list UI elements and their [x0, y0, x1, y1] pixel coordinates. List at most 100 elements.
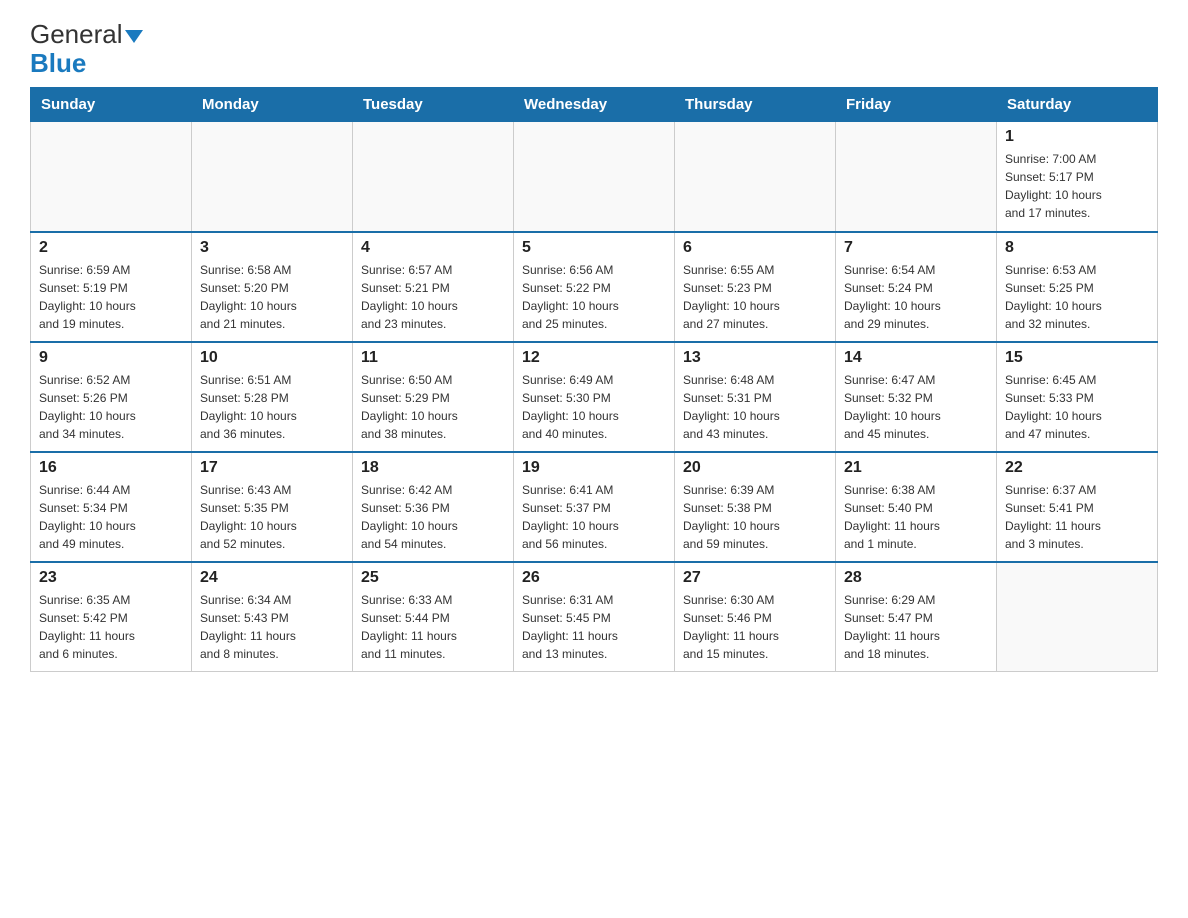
- calendar-cell: 6Sunrise: 6:55 AMSunset: 5:23 PMDaylight…: [675, 232, 836, 342]
- day-number: 7: [844, 239, 988, 257]
- calendar-cell: 1 Sunrise: 7:00 AMSunset: 5:17 PMDaylight…: [997, 122, 1158, 232]
- calendar-cell: 11 Sunrise: 6:50 AMSunset: 5:29 PMDayligh…: [353, 342, 514, 452]
- day-info: Sunrise: 6:49 AMSunset: 5:30 PMDaylight:…: [522, 371, 666, 443]
- weekday-header-friday: Friday: [836, 88, 997, 122]
- calendar-cell: [31, 122, 192, 232]
- calendar-cell: 16 Sunrise: 6:44 AMSunset: 5:34 PMDayligh…: [31, 452, 192, 562]
- weekday-header-sunday: Sunday: [31, 88, 192, 122]
- day-info: Sunrise: 6:41 AMSunset: 5:37 PMDaylight:…: [522, 481, 666, 553]
- calendar-cell: [997, 562, 1158, 672]
- day-number: 28: [844, 569, 988, 587]
- weekday-header-saturday: Saturday: [997, 88, 1158, 122]
- calendar-cell: 10 Sunrise: 6:51 AMSunset: 5:28 PMDayligh…: [192, 342, 353, 452]
- day-number: 13: [683, 349, 827, 367]
- calendar-cell: 17 Sunrise: 6:43 AMSunset: 5:35 PMDayligh…: [192, 452, 353, 562]
- day-number: 24: [200, 569, 344, 587]
- calendar-cell: 21 Sunrise: 6:38 AMSunset: 5:40 PMDayligh…: [836, 452, 997, 562]
- day-number: 21: [844, 459, 988, 477]
- calendar-cell: 22 Sunrise: 6:37 AMSunset: 5:41 PMDayligh…: [997, 452, 1158, 562]
- day-info: Sunrise: 6:59 AMSunset: 5:19 PMDaylight:…: [39, 261, 183, 333]
- calendar-cell: 27 Sunrise: 6:30 AMSunset: 5:46 PMDayligh…: [675, 562, 836, 672]
- day-number: 27: [683, 569, 827, 587]
- day-number: 14: [844, 349, 988, 367]
- week-row-1: 1 Sunrise: 7:00 AMSunset: 5:17 PMDaylight…: [31, 122, 1158, 232]
- day-info: Sunrise: 6:57 AMSunset: 5:21 PMDaylight:…: [361, 261, 505, 333]
- day-number: 19: [522, 459, 666, 477]
- day-number: 5: [522, 239, 666, 257]
- day-info: Sunrise: 6:35 AMSunset: 5:42 PMDaylight:…: [39, 591, 183, 663]
- day-number: 2: [39, 239, 183, 257]
- day-number: 10: [200, 349, 344, 367]
- day-info: Sunrise: 6:43 AMSunset: 5:35 PMDaylight:…: [200, 481, 344, 553]
- logo-text: General Blue: [30, 20, 143, 77]
- day-info: Sunrise: 6:53 AMSunset: 5:25 PMDaylight:…: [1005, 261, 1149, 333]
- calendar-cell: 28 Sunrise: 6:29 AMSunset: 5:47 PMDayligh…: [836, 562, 997, 672]
- week-row-4: 16 Sunrise: 6:44 AMSunset: 5:34 PMDayligh…: [31, 452, 1158, 562]
- day-number: 11: [361, 349, 505, 367]
- day-info: Sunrise: 6:50 AMSunset: 5:29 PMDaylight:…: [361, 371, 505, 443]
- day-info: Sunrise: 6:31 AMSunset: 5:45 PMDaylight:…: [522, 591, 666, 663]
- calendar-cell: [353, 122, 514, 232]
- calendar-cell: 19 Sunrise: 6:41 AMSunset: 5:37 PMDayligh…: [514, 452, 675, 562]
- day-info: Sunrise: 6:56 AMSunset: 5:22 PMDaylight:…: [522, 261, 666, 333]
- day-info: Sunrise: 6:58 AMSunset: 5:20 PMDaylight:…: [200, 261, 344, 333]
- calendar-cell: 23 Sunrise: 6:35 AMSunset: 5:42 PMDayligh…: [31, 562, 192, 672]
- day-info: Sunrise: 6:55 AMSunset: 5:23 PMDaylight:…: [683, 261, 827, 333]
- calendar-table: SundayMondayTuesdayWednesdayThursdayFrid…: [30, 87, 1158, 672]
- day-info: Sunrise: 6:38 AMSunset: 5:40 PMDaylight:…: [844, 481, 988, 553]
- day-number: 9: [39, 349, 183, 367]
- day-number: 26: [522, 569, 666, 587]
- week-row-5: 23 Sunrise: 6:35 AMSunset: 5:42 PMDayligh…: [31, 562, 1158, 672]
- week-row-3: 9Sunrise: 6:52 AMSunset: 5:26 PMDaylight…: [31, 342, 1158, 452]
- calendar-cell: 5 Sunrise: 6:56 AMSunset: 5:22 PMDaylight…: [514, 232, 675, 342]
- day-info: Sunrise: 6:47 AMSunset: 5:32 PMDaylight:…: [844, 371, 988, 443]
- day-info: Sunrise: 6:37 AMSunset: 5:41 PMDaylight:…: [1005, 481, 1149, 553]
- logo: General Blue: [30, 20, 143, 77]
- day-info: Sunrise: 6:44 AMSunset: 5:34 PMDaylight:…: [39, 481, 183, 553]
- calendar-cell: [514, 122, 675, 232]
- day-info: Sunrise: 6:48 AMSunset: 5:31 PMDaylight:…: [683, 371, 827, 443]
- day-number: 3: [200, 239, 344, 257]
- calendar-header-row: SundayMondayTuesdayWednesdayThursdayFrid…: [31, 88, 1158, 122]
- calendar-cell: 3 Sunrise: 6:58 AMSunset: 5:20 PMDaylight…: [192, 232, 353, 342]
- calendar-cell: 4 Sunrise: 6:57 AMSunset: 5:21 PMDaylight…: [353, 232, 514, 342]
- day-info: Sunrise: 6:34 AMSunset: 5:43 PMDaylight:…: [200, 591, 344, 663]
- day-number: 4: [361, 239, 505, 257]
- calendar-cell: 25 Sunrise: 6:33 AMSunset: 5:44 PMDayligh…: [353, 562, 514, 672]
- weekday-header-wednesday: Wednesday: [514, 88, 675, 122]
- calendar-cell: 7 Sunrise: 6:54 AMSunset: 5:24 PMDaylight…: [836, 232, 997, 342]
- calendar-cell: 14 Sunrise: 6:47 AMSunset: 5:32 PMDayligh…: [836, 342, 997, 452]
- day-number: 25: [361, 569, 505, 587]
- weekday-header-tuesday: Tuesday: [353, 88, 514, 122]
- day-info: Sunrise: 6:33 AMSunset: 5:44 PMDaylight:…: [361, 591, 505, 663]
- day-number: 22: [1005, 459, 1149, 477]
- day-number: 12: [522, 349, 666, 367]
- calendar-cell: 20 Sunrise: 6:39 AMSunset: 5:38 PMDayligh…: [675, 452, 836, 562]
- day-number: 1: [1005, 128, 1149, 146]
- calendar-cell: 18 Sunrise: 6:42 AMSunset: 5:36 PMDayligh…: [353, 452, 514, 562]
- day-info: Sunrise: 6:54 AMSunset: 5:24 PMDaylight:…: [844, 261, 988, 333]
- day-number: 15: [1005, 349, 1149, 367]
- week-row-2: 2 Sunrise: 6:59 AMSunset: 5:19 PMDaylight…: [31, 232, 1158, 342]
- calendar-cell: [675, 122, 836, 232]
- day-info: Sunrise: 6:30 AMSunset: 5:46 PMDaylight:…: [683, 591, 827, 663]
- day-number: 17: [200, 459, 344, 477]
- day-number: 20: [683, 459, 827, 477]
- day-info: Sunrise: 6:39 AMSunset: 5:38 PMDaylight:…: [683, 481, 827, 553]
- day-number: 18: [361, 459, 505, 477]
- day-info: Sunrise: 6:45 AMSunset: 5:33 PMDaylight:…: [1005, 371, 1149, 443]
- day-number: 16: [39, 459, 183, 477]
- day-info: Sunrise: 7:00 AMSunset: 5:17 PMDaylight:…: [1005, 150, 1149, 222]
- day-info: Sunrise: 6:29 AMSunset: 5:47 PMDaylight:…: [844, 591, 988, 663]
- day-number: 23: [39, 569, 183, 587]
- weekday-header-thursday: Thursday: [675, 88, 836, 122]
- calendar-cell: [836, 122, 997, 232]
- calendar-cell: 8 Sunrise: 6:53 AMSunset: 5:25 PMDaylight…: [997, 232, 1158, 342]
- calendar-cell: [192, 122, 353, 232]
- day-number: 8: [1005, 239, 1149, 257]
- page-header: General Blue: [30, 20, 1158, 77]
- weekday-header-monday: Monday: [192, 88, 353, 122]
- day-info: Sunrise: 6:42 AMSunset: 5:36 PMDaylight:…: [361, 481, 505, 553]
- calendar-cell: 15 Sunrise: 6:45 AMSunset: 5:33 PMDayligh…: [997, 342, 1158, 452]
- day-info: Sunrise: 6:51 AMSunset: 5:28 PMDaylight:…: [200, 371, 344, 443]
